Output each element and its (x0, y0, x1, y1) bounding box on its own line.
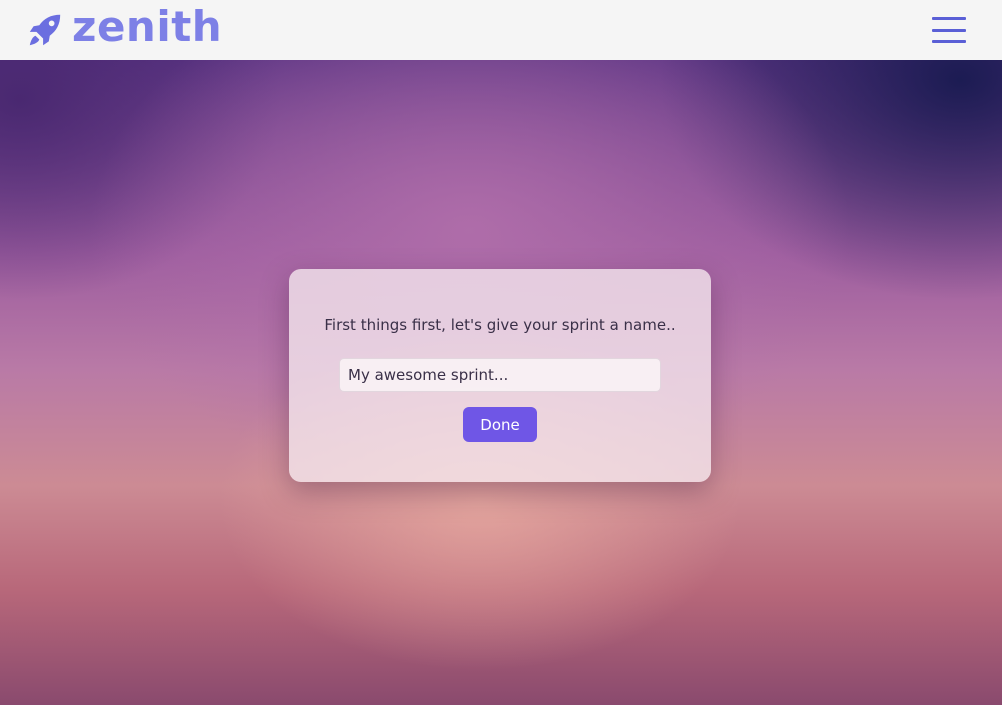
sprint-name-dialog: First things first, let's give your spri… (289, 269, 711, 482)
done-button[interactable]: Done (463, 407, 537, 442)
sprint-name-prompt: First things first, let's give your spri… (324, 316, 676, 334)
brand-logo-link[interactable]: zenith (26, 6, 222, 49)
menu-bar-top (932, 17, 966, 20)
brand-name: zenith (72, 2, 223, 51)
hero-background: First things first, let's give your spri… (0, 60, 1002, 705)
sprint-name-input[interactable] (339, 358, 661, 392)
rocket-icon (29, 14, 61, 46)
top-navbar: zenith (0, 0, 1002, 60)
menu-bar-middle (932, 28, 966, 32)
menu-bar-bottom (932, 40, 966, 43)
hamburger-menu-icon[interactable] (932, 17, 966, 43)
